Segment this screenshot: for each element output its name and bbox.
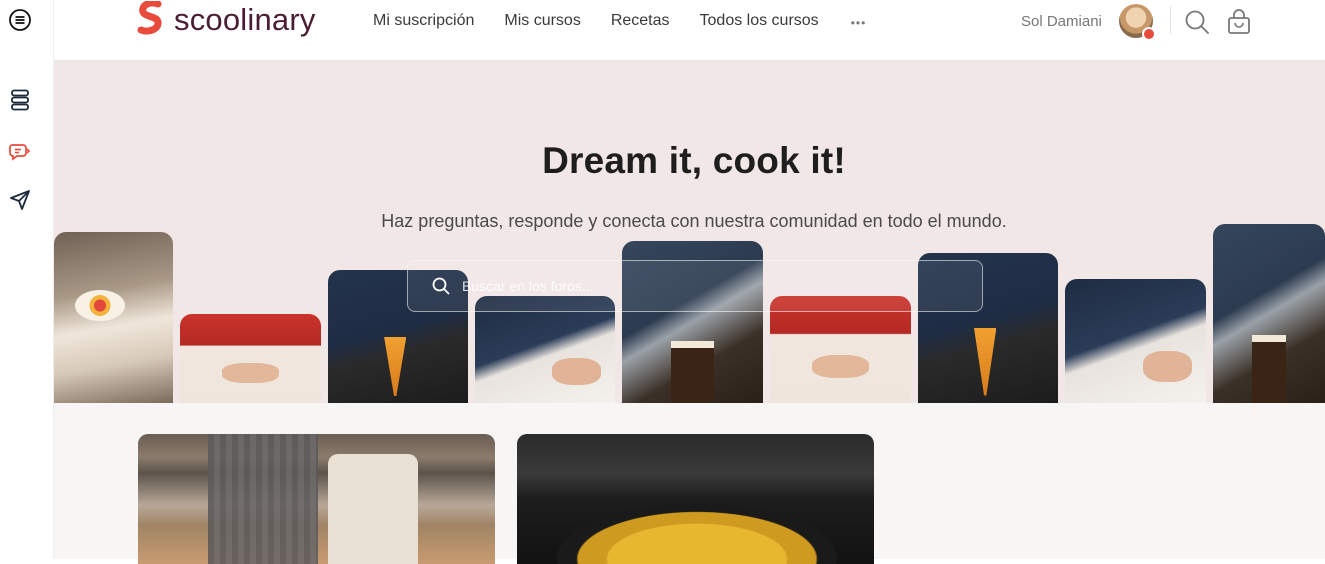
hero-subtitle: Haz preguntas, responde y conecta con nu… [381,211,1007,231]
hero-image-pavlova [54,232,173,403]
forum-card-cooking-class[interactable] [138,434,495,564]
hero-image-grater-2 [1213,224,1325,403]
header-divider [1170,6,1171,34]
shopping-bag-icon[interactable] [1225,8,1253,36]
send-icon[interactable] [8,188,32,212]
hero-image-plating [180,314,321,403]
nav-item-recetas[interactable]: Recetas [611,12,670,34]
avatar[interactable] [1119,4,1156,41]
top-header: scoolinary Mi suscripción Mis cursos Rec… [54,0,1325,61]
menu-icon[interactable] [8,8,32,32]
left-rail [0,0,54,559]
search-icon[interactable] [1183,8,1211,36]
logo[interactable]: scoolinary [136,0,316,40]
nav-item-mi-suscripcion[interactable]: Mi suscripción [373,12,474,34]
search-input[interactable] [462,266,942,306]
hero-image-tweezers-2 [1065,279,1206,403]
forum-cards-section [54,403,1325,564]
layers-icon[interactable] [8,88,32,112]
hero-title: Dream it, cook it! [542,140,846,181]
nav-item-todos-los-cursos[interactable]: Todos los cursos [700,12,819,34]
main-nav: Mi suscripción Mis cursos Recetas Todos … [373,12,866,34]
more-menu-button[interactable]: ••• [851,12,867,34]
logo-text: scoolinary [174,2,316,37]
forum-search[interactable] [407,260,983,312]
hero-image-plating-2 [770,296,911,403]
avatar-badge [1142,27,1156,41]
hero-image-tweezers [475,296,615,403]
user-name[interactable]: Sol Damiani [1021,13,1102,30]
hero-section: Dream it, cook it! Haz preguntas, respon… [54,61,1325,403]
search-icon [430,275,452,297]
forum-card-paella[interactable] [517,434,874,564]
nav-item-mis-cursos[interactable]: Mis cursos [504,12,580,34]
chat-icon[interactable] [8,139,32,163]
logo-mark-icon [136,0,166,40]
